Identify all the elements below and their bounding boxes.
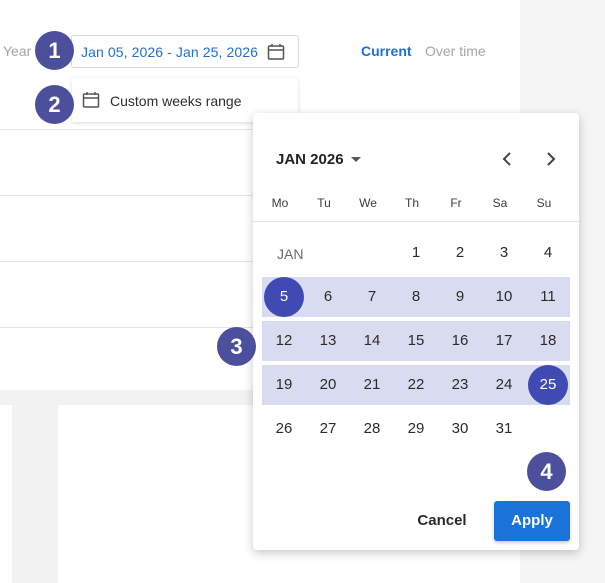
cancel-button[interactable]: Cancel: [407, 501, 477, 541]
weekday-we: We: [359, 196, 377, 210]
calendar-icon[interactable]: [267, 43, 285, 61]
day-30[interactable]: 30: [438, 409, 482, 449]
step-marker-3: 3: [217, 327, 256, 366]
row-divider: [0, 261, 253, 262]
day-31[interactable]: 31: [482, 409, 526, 449]
date-range-value: Jan 05, 2026 - Jan 25, 2026: [81, 44, 259, 60]
weekday-mo: Mo: [271, 196, 289, 210]
day-12[interactable]: 12: [262, 321, 306, 361]
day-3[interactable]: 3: [482, 233, 526, 273]
weekday-su: Su: [536, 196, 552, 210]
weekday-fr: Fr: [450, 196, 462, 210]
day-26[interactable]: 26: [262, 409, 306, 449]
divider: [253, 221, 579, 222]
day-11[interactable]: 11: [526, 277, 570, 317]
day-16[interactable]: 16: [438, 321, 482, 361]
day-22[interactable]: 22: [394, 365, 438, 405]
weekday-tu: Tu: [317, 196, 331, 210]
day-17[interactable]: 17: [482, 321, 526, 361]
day-2[interactable]: 2: [438, 233, 482, 273]
tab-year[interactable]: Year: [3, 43, 31, 59]
day-9[interactable]: 9: [438, 277, 482, 317]
month-label: JAN: [277, 246, 304, 262]
day-28[interactable]: 28: [350, 409, 394, 449]
date-picker-popup: JAN 2026 Mo Tu We Th Fr Sa Su JAN 1 2 3 4 5 6 7 8 9 10 1…: [253, 113, 579, 550]
row-divider: [0, 195, 253, 196]
day-27[interactable]: 27: [306, 409, 350, 449]
date-range-input[interactable]: Jan 05, 2026 - Jan 25, 2026: [71, 35, 299, 68]
day-14[interactable]: 14: [350, 321, 394, 361]
day-1[interactable]: 1: [394, 233, 438, 273]
day-5[interactable]: 5: [262, 277, 306, 317]
calendar-icon: [82, 92, 100, 108]
day-7[interactable]: 7: [350, 277, 394, 317]
weekday-th: Th: [404, 196, 419, 210]
day-19[interactable]: 19: [262, 365, 306, 405]
weekday-sa: Sa: [492, 196, 508, 210]
day-18[interactable]: 18: [526, 321, 570, 361]
tab-current[interactable]: Current: [361, 43, 412, 59]
row-divider: [0, 327, 253, 328]
month-year-selector[interactable]: JAN 2026: [276, 151, 344, 168]
tab-over-time[interactable]: Over time: [425, 43, 486, 59]
caret-down-icon[interactable]: [351, 157, 361, 162]
chevron-right-icon[interactable]: [540, 148, 562, 170]
day-6[interactable]: 6: [306, 277, 350, 317]
card-left: [0, 405, 12, 583]
custom-weeks-range-label: Custom weeks range: [110, 93, 242, 109]
day-25[interactable]: 25: [526, 365, 570, 405]
day-13[interactable]: 13: [306, 321, 350, 361]
step-marker-1: 1: [35, 31, 74, 70]
row-divider: [0, 129, 253, 130]
chevron-left-icon[interactable]: [496, 148, 518, 170]
step-marker-2: 2: [35, 85, 74, 124]
day-8[interactable]: 8: [394, 277, 438, 317]
day-29[interactable]: 29: [394, 409, 438, 449]
day-24[interactable]: 24: [482, 365, 526, 405]
step-marker-4: 4: [527, 452, 566, 491]
day-23[interactable]: 23: [438, 365, 482, 405]
apply-button[interactable]: Apply: [494, 501, 570, 541]
weekday-header: Mo Tu We Th Fr Sa Su: [253, 196, 579, 216]
day-15[interactable]: 15: [394, 321, 438, 361]
day-21[interactable]: 21: [350, 365, 394, 405]
day-10[interactable]: 10: [482, 277, 526, 317]
day-4[interactable]: 4: [526, 233, 570, 273]
day-20[interactable]: 20: [306, 365, 350, 405]
